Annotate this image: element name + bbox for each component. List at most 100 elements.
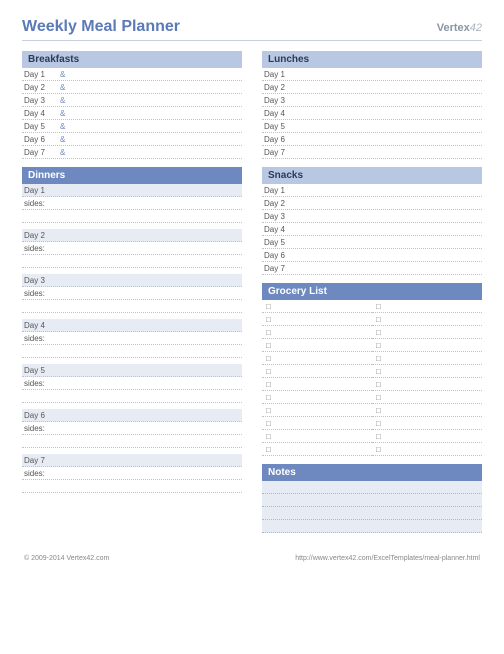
amp-icon: & [60,70,65,79]
lunch-row: Day 6 [262,133,482,146]
dinner-group: Day 3 sides: [22,274,242,313]
dinner-sides-row: sides: [22,377,242,390]
checkbox-icon: □ [262,326,372,339]
notes-line [262,481,482,494]
logo: Vertex42 [437,22,482,34]
lunch-row: Day 2 [262,81,482,94]
lunch-row: Day 7 [262,146,482,159]
grocery-row: □□ [262,430,482,443]
grocery-section: Grocery List □□ □□ □□ □□ □□ □□ □□ □□ □□ … [262,283,482,456]
grocery-row: □□ [262,417,482,430]
dinner-group: Day 4 sides: [22,319,242,358]
dinner-sides-row: sides: [22,242,242,255]
checkbox-icon: □ [372,352,482,365]
right-column: Lunches Day 1 Day 2 Day 3 Day 4 Day 5 Da… [262,51,482,541]
dinner-blank-row [22,480,242,493]
grocery-row: □□ [262,313,482,326]
dinner-day-row: Day 6 [22,409,242,422]
checkbox-icon: □ [262,300,372,313]
grocery-row: □□ [262,391,482,404]
snack-row: Day 5 [262,236,482,249]
checkbox-icon: □ [372,417,482,430]
checkbox-icon: □ [372,339,482,352]
lunches-section: Lunches Day 1 Day 2 Day 3 Day 4 Day 5 Da… [262,51,482,159]
dinner-sides-row: sides: [22,197,242,210]
notes-section: Notes [262,464,482,533]
dinner-day-row: Day 7 [22,454,242,467]
dinner-day-row: Day 2 [22,229,242,242]
dinners-section: Dinners Day 1 sides: Day 2 sides: Day 3 … [22,167,242,493]
dinner-group: Day 2 sides: [22,229,242,268]
snack-row: Day 3 [262,210,482,223]
grocery-row: □□ [262,378,482,391]
content-columns: Breakfasts Day 1& Day 2& Day 3& Day 4& D… [22,51,482,541]
dinner-sides-row: sides: [22,467,242,480]
snacks-section: Snacks Day 1 Day 2 Day 3 Day 4 Day 5 Day… [262,167,482,275]
snack-row: Day 4 [262,223,482,236]
dinner-group: Day 1 sides: [22,184,242,223]
amp-icon: & [60,96,65,105]
lunch-row: Day 1 [262,68,482,81]
dinner-day-row: Day 3 [22,274,242,287]
dinner-sides-row: sides: [22,422,242,435]
dinner-sides-row: sides: [22,287,242,300]
header: Weekly Meal Planner Vertex42 [22,18,482,41]
checkbox-icon: □ [262,430,372,443]
grocery-row: □□ [262,300,482,313]
dinner-day-row: Day 5 [22,364,242,377]
snack-row: Day 1 [262,184,482,197]
amp-icon: & [60,109,65,118]
left-column: Breakfasts Day 1& Day 2& Day 3& Day 4& D… [22,51,242,541]
dinner-blank-row [22,345,242,358]
breakfast-row: Day 1& [22,68,242,81]
checkbox-icon: □ [262,417,372,430]
source-url: http://www.vertex42.com/ExcelTemplates/m… [295,555,480,562]
dinner-blank-row [22,435,242,448]
grocery-row: □□ [262,365,482,378]
snacks-heading: Snacks [262,167,482,184]
amp-icon: & [60,148,65,157]
breakfast-row: Day 3& [22,94,242,107]
breakfast-row: Day 4& [22,107,242,120]
lunch-row: Day 5 [262,120,482,133]
page-title: Weekly Meal Planner [22,18,180,36]
snack-row: Day 6 [262,249,482,262]
breakfast-row: Day 6& [22,133,242,146]
notes-line [262,494,482,507]
lunches-heading: Lunches [262,51,482,68]
breakfast-row: Day 5& [22,120,242,133]
dinner-sides-row: sides: [22,332,242,345]
snack-row: Day 2 [262,197,482,210]
footer: © 2009-2014 Vertex42.com http://www.vert… [22,555,482,562]
amp-icon: & [60,122,65,131]
checkbox-icon: □ [372,313,482,326]
checkbox-icon: □ [372,365,482,378]
checkbox-icon: □ [262,352,372,365]
grocery-row: □□ [262,352,482,365]
grocery-heading: Grocery List [262,283,482,300]
breakfast-row: Day 7& [22,146,242,159]
checkbox-icon: □ [262,339,372,352]
checkbox-icon: □ [372,404,482,417]
notes-body [262,481,482,533]
checkbox-icon: □ [262,313,372,326]
dinner-group: Day 6 sides: [22,409,242,448]
checkbox-icon: □ [372,378,482,391]
breakfast-row: Day 2& [22,81,242,94]
amp-icon: & [60,83,65,92]
dinner-blank-row [22,255,242,268]
checkbox-icon: □ [372,430,482,443]
checkbox-icon: □ [262,443,372,456]
lunch-row: Day 4 [262,107,482,120]
dinner-day-row: Day 1 [22,184,242,197]
checkbox-icon: □ [372,300,482,313]
dinner-blank-row [22,300,242,313]
notes-heading: Notes [262,464,482,481]
checkbox-icon: □ [262,365,372,378]
dinner-blank-row [22,390,242,403]
notes-line [262,520,482,533]
grocery-row: □□ [262,404,482,417]
checkbox-icon: □ [372,326,482,339]
copyright: © 2009-2014 Vertex42.com [24,555,109,562]
breakfasts-section: Breakfasts Day 1& Day 2& Day 3& Day 4& D… [22,51,242,159]
